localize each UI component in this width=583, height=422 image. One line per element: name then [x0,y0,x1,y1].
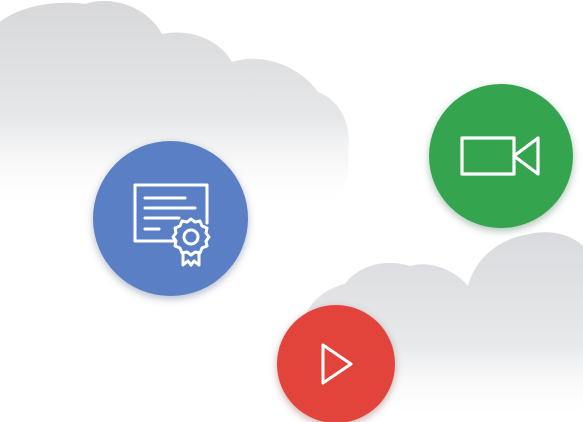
certificate-icon [133,183,210,266]
video-camera-badge [429,84,573,228]
play-badge [277,305,395,422]
play-icon [321,343,353,385]
illustration-scene [0,0,583,422]
video-camera-icon [460,136,540,176]
certificate-badge [93,141,248,296]
